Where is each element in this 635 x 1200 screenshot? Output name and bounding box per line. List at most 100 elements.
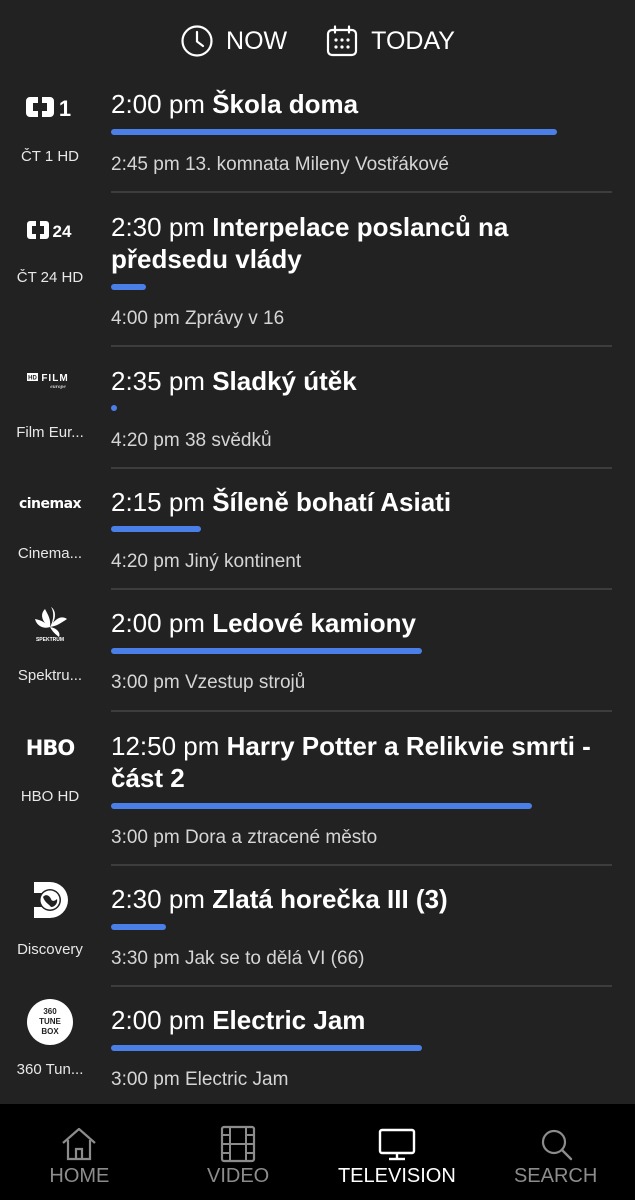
today-label: TODAY	[371, 26, 455, 55]
nav-home-label: HOME	[49, 1165, 110, 1187]
epg-list: 1 ČT 1 HD 2:00 pm Škola doma 2:45 pm 13.…	[0, 82, 635, 1106]
programme-cell[interactable]: 2:00 pm Electric Jam 3:00 pm Electric Ja…	[111, 985, 612, 1106]
programme-cell[interactable]: 2:15 pm Šíleně bohatí Asiati 4:20 pm Jin…	[111, 467, 612, 588]
channel-row[interactable]: 24 ČT 24 HD 2:30 pm Interpelace poslanců…	[0, 191, 635, 345]
nav-video-label: VIDEO	[207, 1165, 270, 1187]
next-programme: 3:00 pm Vzestup strojů	[111, 672, 305, 694]
next-time: 4:20 pm	[111, 430, 180, 451]
current-programme: 2:00 pm Electric Jam	[111, 1004, 612, 1036]
current-programme: 2:30 pm Zlatá horečka III (3)	[111, 883, 612, 915]
current-programme: 12:50 pm Harry Potter a Relikvie smrti -…	[111, 730, 612, 794]
ct1-logo-text: 1	[59, 96, 71, 120]
next-time: 4:00 pm	[111, 308, 180, 329]
bottom-navigation: HOME VIDEO TELEVISION SEARCH	[0, 1104, 635, 1200]
channel-row[interactable]: 1 ČT 1 HD 2:00 pm Škola doma 2:45 pm 13.…	[0, 82, 635, 191]
channel-name: ČT 24 HD	[16, 269, 84, 286]
now-label: NOW	[226, 26, 288, 55]
spektrum-logo: SPEKTRUM	[0, 603, 100, 643]
film-logo-film: FILM	[41, 373, 68, 384]
now-button[interactable]: NOW	[180, 24, 287, 58]
current-programme: 2:00 pm Ledové kamiony	[111, 607, 612, 639]
nav-search[interactable]: SEARCH	[476, 1104, 635, 1200]
nav-home[interactable]: HOME	[0, 1104, 159, 1200]
progress-bar	[111, 803, 532, 809]
film-europe-logo: HD FILM europe	[0, 369, 100, 391]
next-programme: 3:00 pm Electric Jam	[111, 1069, 288, 1091]
programme-cell[interactable]: 2:30 pm Interpelace poslanců na předsedu…	[111, 191, 612, 345]
ct24-logo-text: 24	[53, 222, 72, 241]
channel-row[interactable]: cinemax Cinema... 2:15 pm Šíleně bohatí …	[0, 467, 635, 588]
current-time: 12:50 pm	[111, 731, 220, 761]
spektrum-logo-text: SPEKTRUM	[36, 637, 64, 643]
clock-icon	[181, 25, 213, 57]
progress-bar	[111, 284, 146, 290]
progress-bar	[111, 129, 557, 135]
cinemax-logo: cinemax	[18, 496, 82, 512]
ct1-logo: 1	[0, 94, 100, 120]
channel-name: Spektru...	[17, 667, 83, 684]
nav-television-label: TELEVISION	[337, 1165, 456, 1187]
current-title: Škola doma	[212, 89, 359, 119]
progress-bar	[111, 526, 201, 532]
current-title: Ledové kamiony	[212, 608, 416, 638]
360-tunebox-logo: 360 TUNE BOX	[0, 998, 100, 1046]
top-filter-bar: NOW TODAY	[0, 0, 635, 82]
today-button[interactable]: TODAY	[325, 24, 455, 58]
nav-television[interactable]: TELEVISION	[318, 1104, 477, 1200]
search-icon	[541, 1129, 572, 1161]
next-programme: 2:45 pm 13. komnata Mileny Vostřákové	[111, 154, 449, 176]
progress-bar	[111, 648, 422, 654]
next-title: Dora a ztracené město	[184, 827, 378, 848]
next-title: Electric Jam	[184, 1069, 289, 1090]
channel-name: Film Eur...	[16, 424, 84, 441]
current-time: 2:00 pm	[111, 89, 205, 119]
channel-name: HBO HD	[20, 788, 80, 805]
channel-row[interactable]: HD FILM europe Film Eur... 2:35 pm Sladk…	[0, 345, 635, 467]
next-time: 2:45 pm	[111, 154, 180, 175]
channel-row[interactable]: HBO HBO HD 12:50 pm Harry Potter a Relik…	[0, 710, 635, 864]
next-title: Jak se to dělá VI (66)	[184, 948, 365, 969]
next-time: 3:00 pm	[111, 1069, 180, 1090]
next-title: 38 svědků	[184, 430, 272, 451]
discovery-logo	[0, 878, 100, 922]
home-icon	[62, 1127, 97, 1161]
channel-name: ČT 1 HD	[20, 148, 80, 165]
tv-icon	[378, 1128, 416, 1161]
channel-row[interactable]: Discovery 2:30 pm Zlatá horečka III (3) …	[0, 864, 635, 985]
programme-cell[interactable]: 2:30 pm Zlatá horečka III (3) 3:30 pm Ja…	[111, 864, 612, 985]
channel-row[interactable]: 360 TUNE BOX 360 Tun... 2:00 pm Electric…	[0, 985, 635, 1106]
hbo-logo: HBO	[25, 736, 75, 760]
current-programme: 2:15 pm Šíleně bohatí Asiati	[111, 486, 612, 518]
channel-name: 360 Tun...	[16, 1061, 84, 1078]
progress-bar	[111, 924, 166, 930]
current-time: 2:15 pm	[111, 487, 205, 517]
ct24-logo: 24	[0, 217, 100, 243]
next-title: Zprávy v 16	[184, 308, 285, 329]
current-programme: 2:30 pm Interpelace poslanců na předsedu…	[111, 211, 612, 275]
current-time: 2:30 pm	[111, 884, 205, 914]
channel-name: Cinema...	[17, 545, 83, 562]
next-time: 3:00 pm	[111, 672, 180, 693]
programme-cell[interactable]: 12:50 pm Harry Potter a Relikvie smrti -…	[111, 710, 612, 864]
current-title: Sladký útěk	[212, 366, 357, 396]
film-logo-hd: HD	[28, 376, 37, 382]
programme-cell[interactable]: 2:00 pm Škola doma 2:45 pm 13. komnata M…	[111, 82, 612, 191]
next-programme: 4:00 pm Zprávy v 16	[111, 308, 284, 330]
next-programme: 3:00 pm Dora a ztracené město	[111, 827, 377, 849]
film-strip-icon	[221, 1125, 256, 1163]
nav-search-label: SEARCH	[513, 1165, 598, 1187]
film-logo-europe: europe	[50, 384, 66, 390]
nav-video[interactable]: VIDEO	[159, 1104, 318, 1200]
channel-name: Discovery	[17, 941, 83, 958]
tunebox-logo-360: 360	[43, 1007, 57, 1016]
tunebox-logo-tune: TUNE	[39, 1017, 61, 1026]
next-title: 13. komnata Mileny Vostřákové	[184, 154, 449, 175]
programme-cell[interactable]: 2:00 pm Ledové kamiony 3:00 pm Vzestup s…	[111, 588, 612, 710]
next-programme: 3:30 pm Jak se to dělá VI (66)	[111, 948, 364, 970]
programme-cell[interactable]: 2:35 pm Sladký útěk 4:20 pm 38 svědků	[111, 345, 612, 467]
next-title: Vzestup strojů	[184, 672, 306, 693]
channel-row[interactable]: SPEKTRUM Spektru... 2:00 pm Ledové kamio…	[0, 588, 635, 710]
current-title: Electric Jam	[212, 1005, 366, 1035]
next-programme: 4:20 pm 38 svědků	[111, 430, 272, 452]
next-time: 3:30 pm	[111, 948, 180, 969]
